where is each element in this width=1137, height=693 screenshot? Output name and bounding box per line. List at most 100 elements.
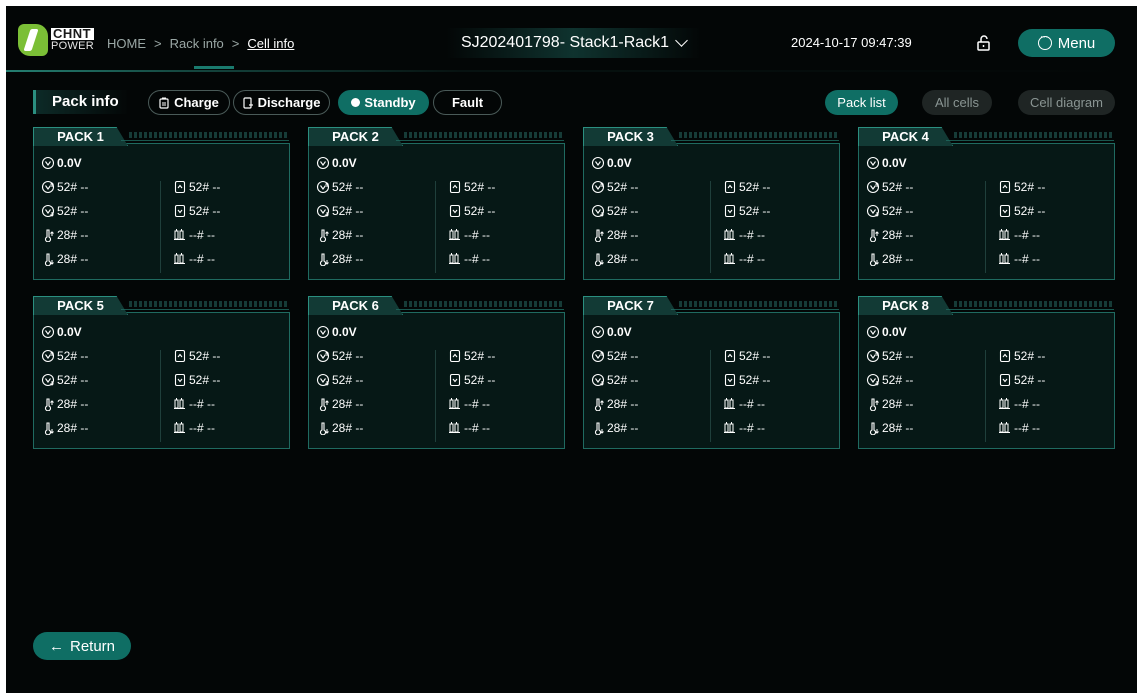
pack-balance-1-value: --# -- xyxy=(739,397,765,411)
balance-icon xyxy=(174,422,185,433)
pack-balance-2-value: --# -- xyxy=(189,252,215,266)
tab-charge[interactable]: Charge xyxy=(148,90,230,115)
pack-min-soc: 52# -- xyxy=(448,204,495,218)
header-divider xyxy=(6,70,1137,72)
cell-diagram-button[interactable]: Cell diagram xyxy=(1018,90,1115,115)
pack-card[interactable]: PACK 4 0.0V 52# -- 52# -- 52# -- 52# -- 28# --… xyxy=(858,127,1115,280)
pack-header-stripe xyxy=(121,132,289,141)
breadcrumb-cell-info[interactable]: Cell info xyxy=(247,36,294,51)
temperature-max-icon xyxy=(44,398,54,411)
rack-selector[interactable]: SJ202401798- Stack1-Rack1 xyxy=(446,28,701,58)
pack-balance-2-value: --# -- xyxy=(189,421,215,435)
pack-balance-1-value: --# -- xyxy=(1014,228,1040,242)
temperature-max-icon xyxy=(319,229,329,242)
pack-min-temp-value: 28# -- xyxy=(332,421,364,435)
voltage-max-icon xyxy=(866,180,880,194)
pack-balance-1: --# -- xyxy=(173,228,215,242)
pack-min-temp: 28# -- xyxy=(316,421,363,435)
pack-max-cell-voltage-value: 52# -- xyxy=(57,180,89,194)
voltage-icon xyxy=(591,156,605,170)
breadcrumb-rack-info[interactable]: Rack info xyxy=(170,36,224,51)
pack-card[interactable]: PACK 5 0.0V 52# -- 52# -- 52# -- 52# -- 28# --… xyxy=(33,296,290,449)
arrow-left-icon: ← xyxy=(48,637,64,655)
balance-icon xyxy=(449,422,460,433)
pack-max-soc: 52# -- xyxy=(723,349,770,363)
pack-min-cell-voltage-value: 52# -- xyxy=(607,204,639,218)
tab-discharge-label: Discharge xyxy=(257,95,321,110)
pack-min-cell-voltage: 52# -- xyxy=(866,204,913,218)
pack-balance-2: --# -- xyxy=(448,421,490,435)
pack-title: PACK 5 xyxy=(33,296,128,315)
pack-balance-2: --# -- xyxy=(998,252,1040,266)
pack-balance-2: --# -- xyxy=(723,252,765,266)
pack-title: PACK 8 xyxy=(858,296,953,315)
pack-min-soc-value: 52# -- xyxy=(1014,204,1046,218)
pack-min-cell-voltage-value: 52# -- xyxy=(332,204,364,218)
pack-balance-2-value: --# -- xyxy=(464,421,490,435)
pack-max-temp: 28# -- xyxy=(866,397,913,411)
tab-standby-label: Standby xyxy=(364,95,416,110)
temperature-min-icon xyxy=(594,253,604,266)
pack-balance-1-value: --# -- xyxy=(189,397,215,411)
pack-card[interactable]: PACK 7 0.0V 52# -- 52# -- 52# -- 52# -- 28# --… xyxy=(583,296,840,449)
pack-balance-2: --# -- xyxy=(448,252,490,266)
pack-balance-2-value: --# -- xyxy=(739,252,765,266)
pack-card[interactable]: PACK 6 0.0V 52# -- 52# -- 52# -- 52# -- 28# --… xyxy=(308,296,565,449)
pack-max-soc: 52# -- xyxy=(173,180,220,194)
tab-discharge[interactable]: Discharge xyxy=(233,90,330,115)
battery-max-icon xyxy=(449,349,461,363)
pack-max-cell-voltage: 52# -- xyxy=(41,349,88,363)
pack-card[interactable]: PACK 2 0.0V 52# -- 52# -- 52# -- 52# -- 28# --… xyxy=(308,127,565,280)
breadcrumb-home[interactable]: HOME xyxy=(107,36,146,51)
pack-card[interactable]: PACK 8 0.0V 52# -- 52# -- 52# -- 52# -- 28# --… xyxy=(858,296,1115,449)
all-cells-button[interactable]: All cells xyxy=(922,90,992,115)
pack-balance-1: --# -- xyxy=(723,228,765,242)
battery-max-icon xyxy=(999,180,1011,194)
voltage-min-icon xyxy=(591,204,605,218)
pack-list-button[interactable]: Pack list xyxy=(825,90,898,115)
tab-charge-label: Charge xyxy=(174,95,219,110)
pack-title: PACK 6 xyxy=(308,296,403,315)
pack-voltage: 0.0V xyxy=(591,156,632,170)
pack-max-temp: 28# -- xyxy=(41,228,88,242)
pack-min-temp-value: 28# -- xyxy=(882,252,914,266)
pack-balance-2: --# -- xyxy=(723,421,765,435)
pack-divider xyxy=(985,181,986,273)
pack-min-temp: 28# -- xyxy=(591,421,638,435)
balance-icon xyxy=(449,229,460,240)
pack-card[interactable]: PACK 1 0.0V 52# -- 52# -- 52# -- 52# -- 28# --… xyxy=(33,127,290,280)
pack-min-cell-voltage: 52# -- xyxy=(316,204,363,218)
voltage-icon xyxy=(866,325,880,339)
pack-max-cell-voltage: 52# -- xyxy=(316,349,363,363)
pack-min-soc: 52# -- xyxy=(723,204,770,218)
balance-icon xyxy=(724,229,735,240)
unlock-icon[interactable] xyxy=(976,34,992,52)
pack-min-soc: 52# -- xyxy=(173,373,220,387)
battery-charge-icon xyxy=(159,97,169,109)
pack-max-cell-voltage: 52# -- xyxy=(591,180,638,194)
voltage-icon xyxy=(316,325,330,339)
pack-header-stripe xyxy=(396,301,564,310)
pack-voltage: 0.0V xyxy=(866,156,907,170)
balance-icon xyxy=(174,229,185,240)
pack-card[interactable]: PACK 3 0.0V 52# -- 52# -- 52# -- 52# -- 28# --… xyxy=(583,127,840,280)
battery-min-icon xyxy=(449,373,461,387)
battery-min-icon xyxy=(724,204,736,218)
battery-min-icon xyxy=(724,373,736,387)
tab-fault[interactable]: Fault xyxy=(433,90,502,115)
menu-button[interactable]: Menu xyxy=(1018,29,1115,57)
pack-min-temp-value: 28# -- xyxy=(607,421,639,435)
pack-max-temp-value: 28# -- xyxy=(882,228,914,242)
pack-voltage-value: 0.0V xyxy=(332,156,357,170)
pack-min-cell-voltage: 52# -- xyxy=(316,373,363,387)
pack-min-soc-value: 52# -- xyxy=(1014,373,1046,387)
return-button[interactable]: ← Return xyxy=(33,632,131,660)
pack-min-temp: 28# -- xyxy=(866,421,913,435)
voltage-icon xyxy=(41,156,55,170)
logo-text-top: CHNT xyxy=(51,27,95,40)
pack-min-cell-voltage-value: 52# -- xyxy=(882,373,914,387)
tab-standby[interactable]: Standby xyxy=(338,90,429,115)
pack-voltage-value: 0.0V xyxy=(332,325,357,339)
pack-title: PACK 3 xyxy=(583,127,678,146)
pack-balance-1: --# -- xyxy=(723,397,765,411)
